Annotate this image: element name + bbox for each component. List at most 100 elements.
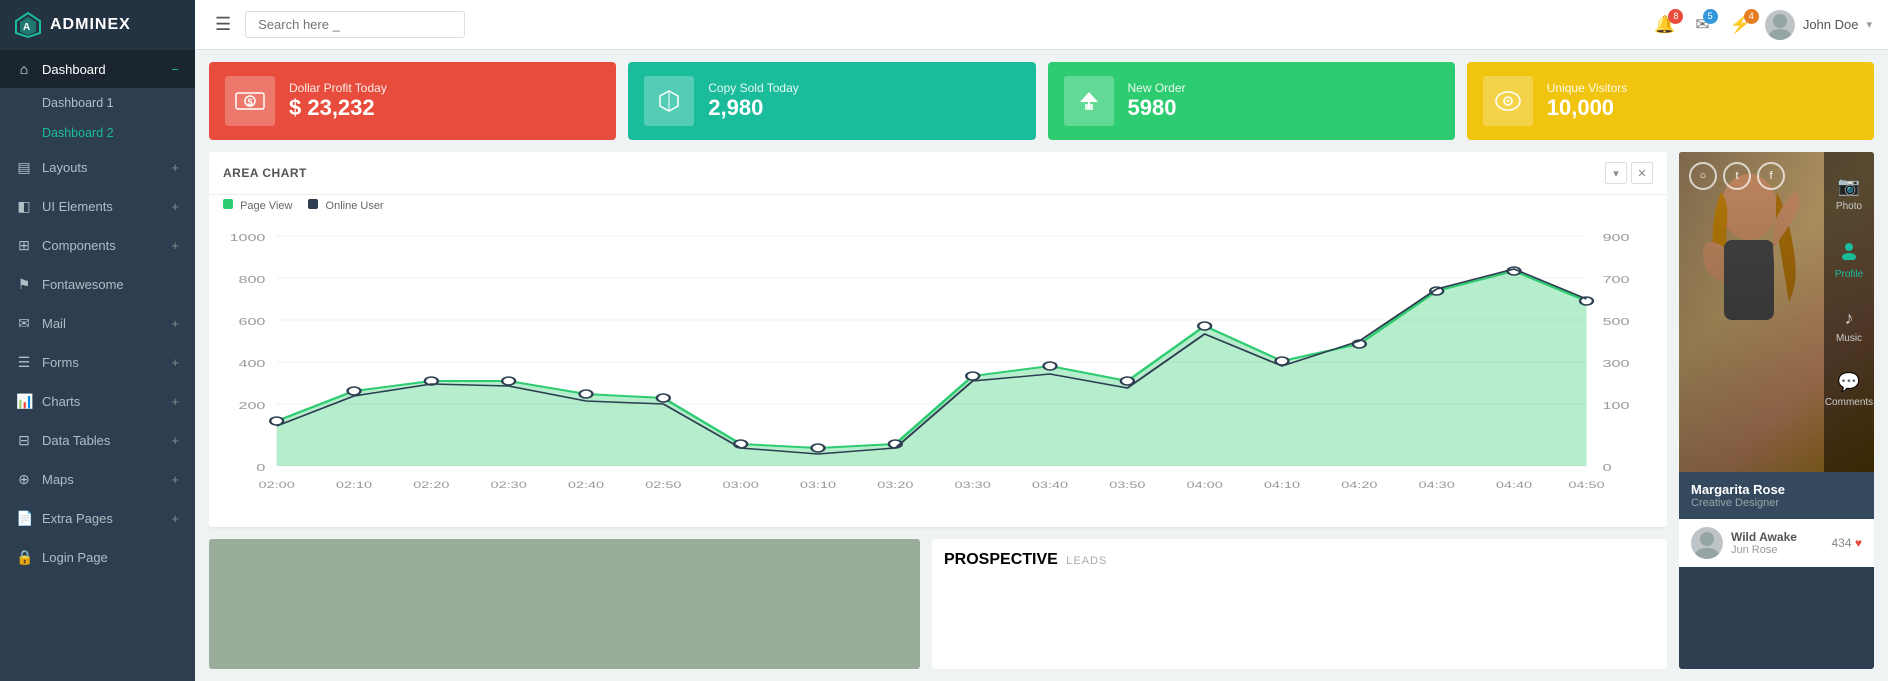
svg-text:03:00: 03:00 bbox=[723, 480, 760, 490]
hamburger-button[interactable]: ☰ bbox=[211, 10, 235, 39]
person-row: Wild Awake Jun Rose 434 ♥ bbox=[1679, 519, 1874, 567]
visitors-info: Unique Visitors 10,000 bbox=[1547, 81, 1627, 121]
prospective-title-pre: PROSPECTIVE bbox=[944, 551, 1058, 568]
sidebar-item-layouts[interactable]: ▤ Layouts + bbox=[0, 148, 195, 187]
home-icon: ⌂ bbox=[16, 61, 32, 77]
chart-close-button[interactable]: ✕ bbox=[1631, 162, 1653, 184]
sidebar-item-maps[interactable]: ⊕ Maps + bbox=[0, 460, 195, 499]
profile-panel: ○ t f 📷 Photo bbox=[1679, 152, 1874, 669]
logo-text: ADMINEX bbox=[50, 16, 131, 34]
svg-text:04:20: 04:20 bbox=[1341, 480, 1378, 490]
sidebar-item-label: Mail bbox=[42, 316, 66, 331]
chart-collapse-button[interactable]: ▾ bbox=[1605, 162, 1627, 184]
charts-icon: 📊 bbox=[16, 393, 32, 410]
visitors-value: 10,000 bbox=[1547, 95, 1627, 121]
order-value: 5980 bbox=[1128, 95, 1186, 121]
tables-icon: ⊟ bbox=[16, 432, 32, 449]
sidebar-item-login-page[interactable]: 🔒 Login Page bbox=[0, 538, 195, 577]
sidebar-item-label: Extra Pages bbox=[42, 511, 113, 526]
svg-text:04:40: 04:40 bbox=[1496, 480, 1533, 490]
search-input[interactable] bbox=[245, 11, 465, 38]
svg-text:02:20: 02:20 bbox=[413, 480, 450, 490]
topbar: ☰ 🔔 8 ✉ 5 ⚡ 4 John Doe ▾ bbox=[195, 0, 1888, 50]
sidebar-item-label: Components bbox=[42, 238, 116, 253]
profit-value: $ 23,232 bbox=[289, 95, 387, 121]
stat-card-order: New Order 5980 bbox=[1048, 62, 1455, 140]
svg-text:03:20: 03:20 bbox=[877, 480, 914, 490]
person-avatar bbox=[1691, 527, 1723, 559]
components-icon: ⊞ bbox=[16, 237, 32, 254]
alerts-button[interactable]: ⚡ 4 bbox=[1724, 11, 1757, 39]
profit-label: Dollar Profit Today bbox=[289, 81, 387, 95]
person-name: Wild Awake bbox=[1731, 530, 1797, 544]
notifications-badge: 8 bbox=[1668, 9, 1683, 24]
expand-icon: + bbox=[171, 394, 179, 409]
twitter-icon-button[interactable]: t bbox=[1723, 162, 1751, 190]
profile-action-comments[interactable]: 💬 Comments bbox=[1824, 358, 1874, 422]
profile-info: Margarita Rose Creative Designer bbox=[1679, 472, 1874, 519]
sidebar-item-dashboard[interactable]: ⌂ Dashboard − bbox=[0, 50, 195, 88]
maps-icon: ⊕ bbox=[16, 471, 32, 488]
music-label: Music bbox=[1836, 333, 1862, 344]
sidebar-item-mail[interactable]: ✉ Mail + bbox=[0, 304, 195, 343]
legend-online-user: Online User bbox=[308, 199, 383, 212]
instagram-icon-button[interactable]: ○ bbox=[1689, 162, 1717, 190]
svg-text:900: 900 bbox=[1603, 232, 1630, 243]
expand-icon: + bbox=[171, 433, 179, 448]
svg-text:04:10: 04:10 bbox=[1264, 480, 1301, 490]
profile-action-music[interactable]: ♪ Music bbox=[1824, 294, 1874, 358]
visitors-label: Unique Visitors bbox=[1547, 81, 1627, 95]
messages-button[interactable]: ✉ 5 bbox=[1689, 11, 1715, 39]
chart-actions: ▾ ✕ bbox=[1605, 162, 1653, 184]
sidebar-item-label: Login Page bbox=[42, 550, 108, 565]
expand-icon: + bbox=[171, 316, 179, 331]
legend-dot-pageview bbox=[223, 199, 233, 209]
sidebar-item-fontawesome[interactable]: ⚑ Fontawesome bbox=[0, 265, 195, 304]
visitors-icon bbox=[1483, 76, 1533, 126]
svg-text:800: 800 bbox=[239, 274, 266, 285]
svg-text:02:30: 02:30 bbox=[491, 480, 528, 490]
expand-icon: + bbox=[171, 355, 179, 370]
sidebar-item-forms[interactable]: ☰ Forms + bbox=[0, 343, 195, 382]
svg-text:03:10: 03:10 bbox=[800, 480, 837, 490]
sidebar: A ADMINEX ⌂ Dashboard − Dashboard 1 Dash… bbox=[0, 0, 195, 681]
topbar-right: 🔔 8 ✉ 5 ⚡ 4 John Doe ▾ bbox=[1648, 10, 1872, 40]
sidebar-item-charts[interactable]: 📊 Charts + bbox=[0, 382, 195, 421]
stat-card-copy: Copy Sold Today 2,980 bbox=[628, 62, 1035, 140]
copy-label: Copy Sold Today bbox=[708, 81, 799, 95]
copy-icon bbox=[644, 76, 694, 126]
notifications-button[interactable]: 🔔 8 bbox=[1648, 11, 1681, 39]
photo-label: Photo bbox=[1836, 201, 1862, 212]
layouts-icon: ▤ bbox=[16, 159, 32, 176]
sidebar-item-label: Layouts bbox=[42, 160, 88, 175]
chart-header: AREA CHART ▾ ✕ bbox=[209, 152, 1667, 195]
facebook-icon-button[interactable]: f bbox=[1757, 162, 1785, 190]
mini-chart-card bbox=[209, 539, 920, 669]
profile-action-photo[interactable]: 📷 Photo bbox=[1824, 162, 1874, 226]
sidebar-item-dashboard2[interactable]: Dashboard 2 bbox=[0, 118, 195, 148]
sidebar-sub-label: Dashboard 1 bbox=[42, 96, 114, 110]
sidebar-item-ui-elements[interactable]: ◧ UI Elements + bbox=[0, 187, 195, 226]
chart-title: AREA CHART bbox=[223, 166, 1605, 180]
extra-pages-icon: 📄 bbox=[16, 510, 32, 527]
svg-text:$: $ bbox=[248, 97, 253, 107]
left-content: AREA CHART ▾ ✕ Page View Online User bbox=[209, 152, 1667, 669]
profile-action-profile[interactable]: Profile bbox=[1824, 226, 1874, 294]
fontawesome-icon: ⚑ bbox=[16, 276, 32, 293]
sidebar-item-components[interactable]: ⊞ Components + bbox=[0, 226, 195, 265]
sidebar-item-extra-pages[interactable]: 📄 Extra Pages + bbox=[0, 499, 195, 538]
order-icon bbox=[1064, 76, 1114, 126]
area-chart-svg: 1000 800 600 400 200 0 900 700 500 300 1… bbox=[209, 226, 1659, 506]
profile-image-area: ○ t f 📷 Photo bbox=[1679, 152, 1874, 472]
music-icon: ♪ bbox=[1845, 308, 1854, 329]
login-icon: 🔒 bbox=[16, 549, 32, 566]
svg-text:600: 600 bbox=[239, 316, 266, 327]
comments-icon: 💬 bbox=[1838, 372, 1860, 393]
sidebar-item-dashboard1[interactable]: Dashboard 1 bbox=[0, 88, 195, 118]
forms-icon: ☰ bbox=[16, 354, 32, 371]
sidebar-item-data-tables[interactable]: ⊟ Data Tables + bbox=[0, 421, 195, 460]
svg-text:03:30: 03:30 bbox=[955, 480, 992, 490]
mail-icon: ✉ bbox=[16, 315, 32, 332]
profile-name: Margarita Rose bbox=[1691, 482, 1862, 497]
sidebar-item-label: Charts bbox=[42, 394, 80, 409]
